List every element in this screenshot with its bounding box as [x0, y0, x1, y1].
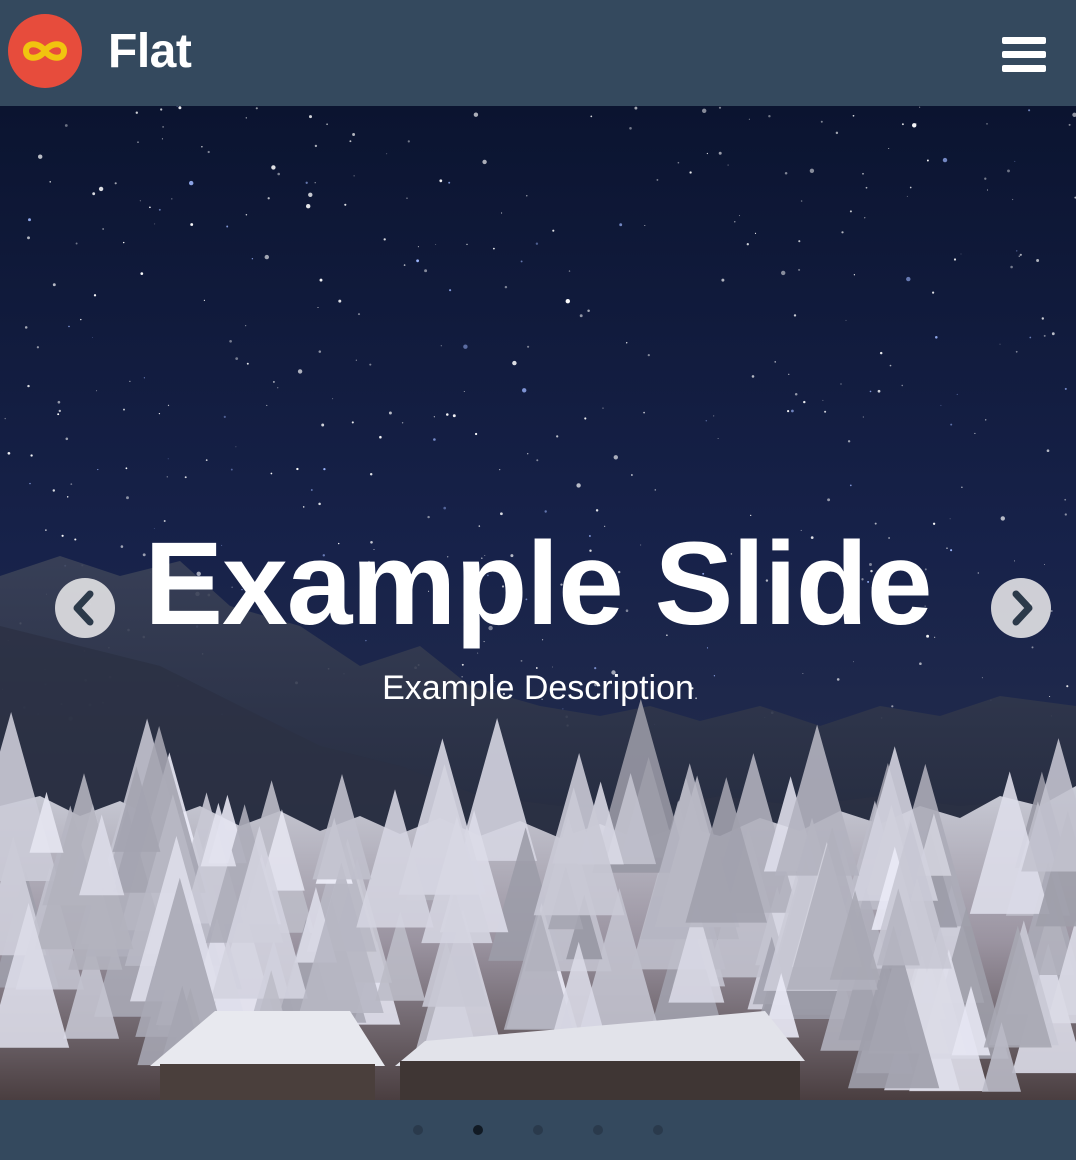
menu-bar — [1002, 37, 1046, 44]
slide-description: Example Description — [382, 669, 694, 707]
previous-slide-button[interactable] — [55, 578, 115, 638]
hamburger-menu-icon[interactable] — [1000, 34, 1048, 74]
slide-pagination — [0, 1100, 1076, 1160]
brand-name[interactable]: Flat — [108, 22, 192, 82]
hero-slider: Example Slide Example Description — [0, 106, 1076, 1100]
pagination-dot[interactable] — [533, 1125, 543, 1135]
infinity-icon — [23, 41, 67, 61]
chevron-right-icon — [1012, 590, 1033, 626]
menu-bar — [1002, 51, 1046, 58]
chevron-left-icon — [73, 590, 94, 626]
slider-footer — [0, 1100, 1076, 1160]
top-navbar: Flat — [0, 0, 1076, 106]
pagination-dot[interactable] — [653, 1125, 663, 1135]
pagination-dot[interactable] — [593, 1125, 603, 1135]
pagination-dot[interactable] — [473, 1125, 483, 1135]
menu-bar — [1002, 65, 1046, 72]
next-slide-button[interactable] — [991, 578, 1051, 638]
pagination-dot[interactable] — [413, 1125, 423, 1135]
logo[interactable] — [8, 14, 82, 88]
page: Flat Example Slide Example Description — [0, 0, 1076, 1160]
slide-title: Example Slide — [144, 518, 932, 650]
